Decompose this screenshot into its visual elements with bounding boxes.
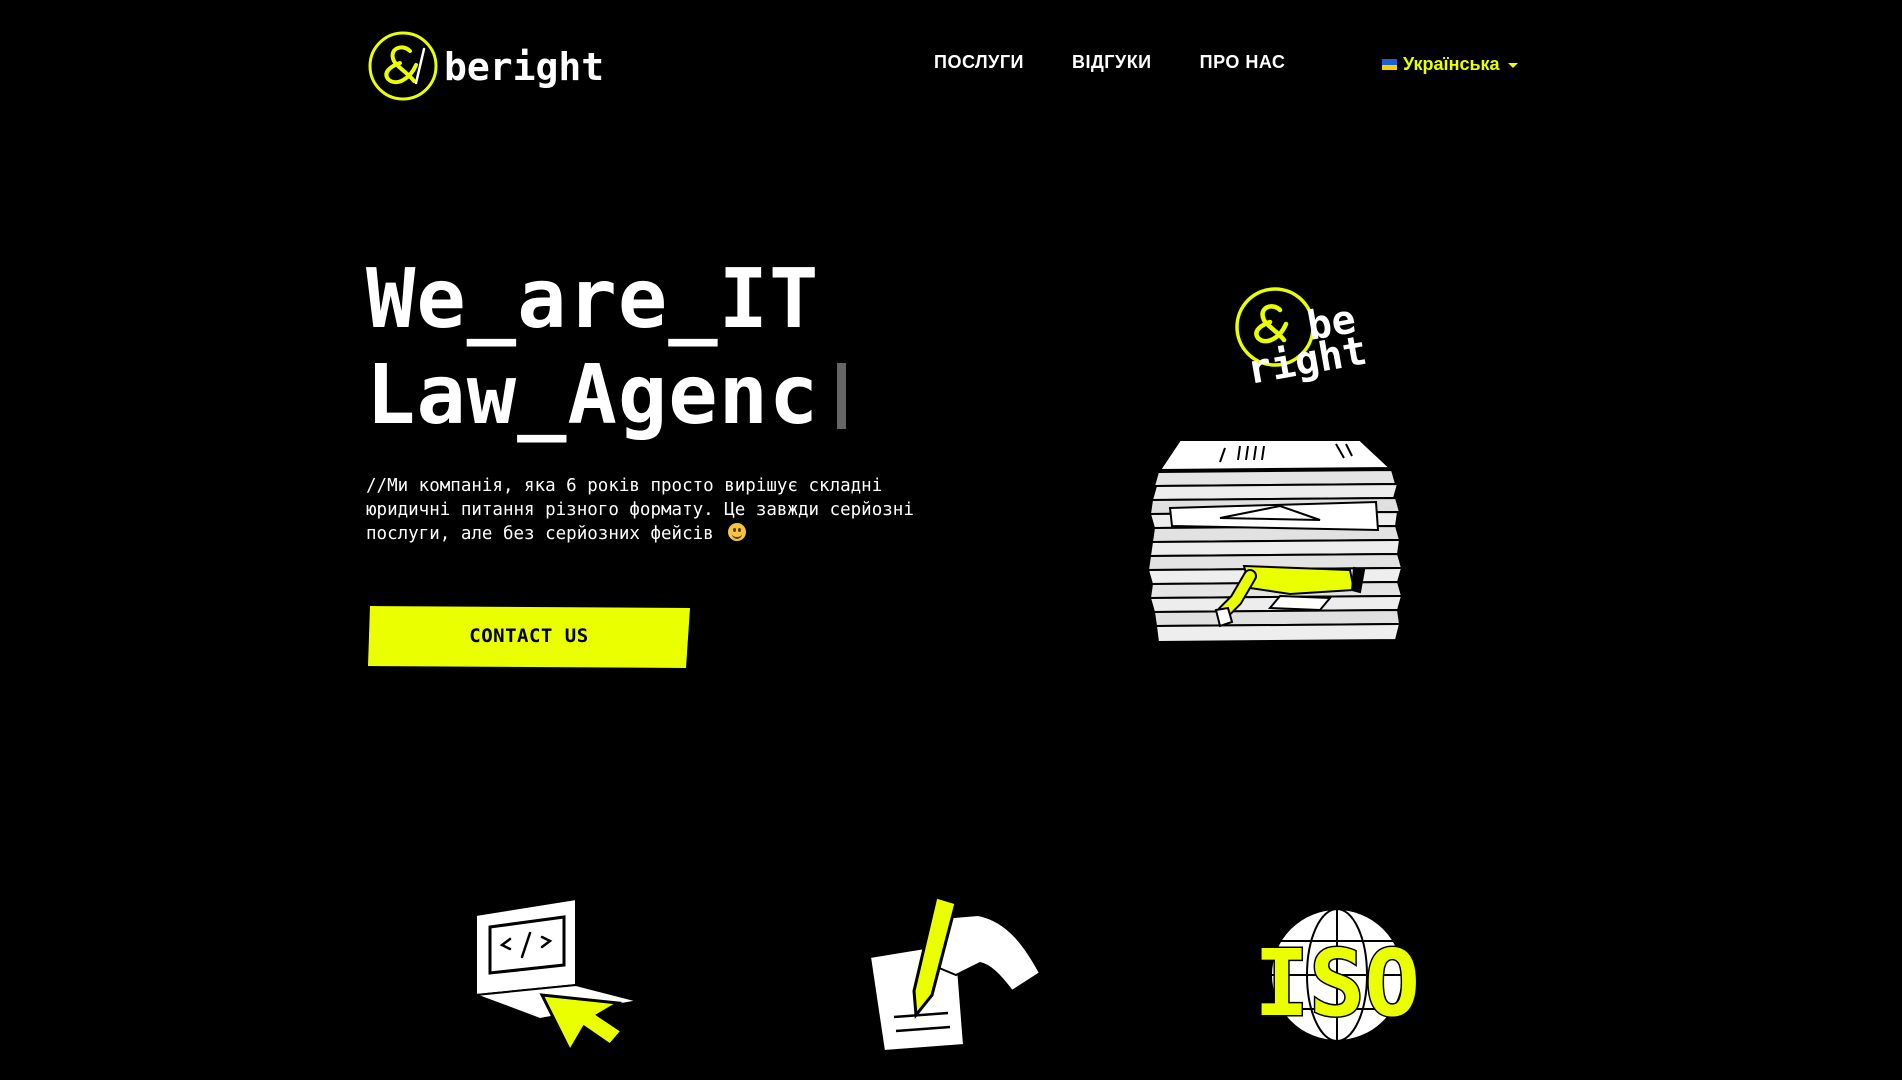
page: beright ПОСЛУГИ ВІДГУКИ ПРО НАС Українсь…	[0, 0, 1902, 1080]
nav-item-reviews[interactable]: ВІДГУКИ	[1072, 52, 1152, 73]
smiley-icon	[728, 523, 747, 541]
person-under-paper-stack-illustration: be right	[1146, 287, 1404, 644]
hero-title-line-2: Law_Agenc	[366, 348, 820, 443]
main-nav: ПОСЛУГИ ВІДГУКИ ПРО НАС	[934, 52, 1333, 73]
sticker-text-bottom: right	[1244, 328, 1371, 394]
ukraine-flag-icon	[1382, 59, 1397, 70]
brand-logo[interactable]: beright	[366, 30, 604, 102]
contact-us-label: CONTACT US	[469, 625, 589, 647]
hero-title-line-1: We_are_IT	[366, 252, 820, 347]
language-selector[interactable]: Українська	[1382, 54, 1518, 75]
nav-item-services[interactable]: ПОСЛУГИ	[934, 52, 1024, 73]
hand-pen-document-icon	[868, 895, 1042, 1053]
hero-description: //Ми компанія, яка 6 років просто вирішу…	[366, 474, 946, 546]
contact-us-button[interactable]: CONTACT US	[368, 604, 690, 668]
iso-label: ISO	[1254, 930, 1420, 1037]
iso-globe-icon: ISO	[1252, 908, 1422, 1042]
brand-name: beright	[444, 45, 605, 89]
hero-title: We_are_IT Law_Agenc	[366, 252, 847, 444]
beright-sticker-logo: be right	[1235, 287, 1371, 394]
typing-cursor	[837, 363, 847, 429]
nav-item-about[interactable]: ПРО НАС	[1200, 52, 1286, 73]
hero-description-text: //Ми компанія, яка 6 років просто вирішу…	[366, 476, 914, 544]
laptop-code-cursor-icon	[475, 897, 639, 1055]
ampersand-logo-icon	[368, 31, 438, 101]
language-label: Українська	[1403, 54, 1500, 74]
paper-stack	[1146, 439, 1404, 644]
chevron-down-icon	[1507, 62, 1518, 68]
